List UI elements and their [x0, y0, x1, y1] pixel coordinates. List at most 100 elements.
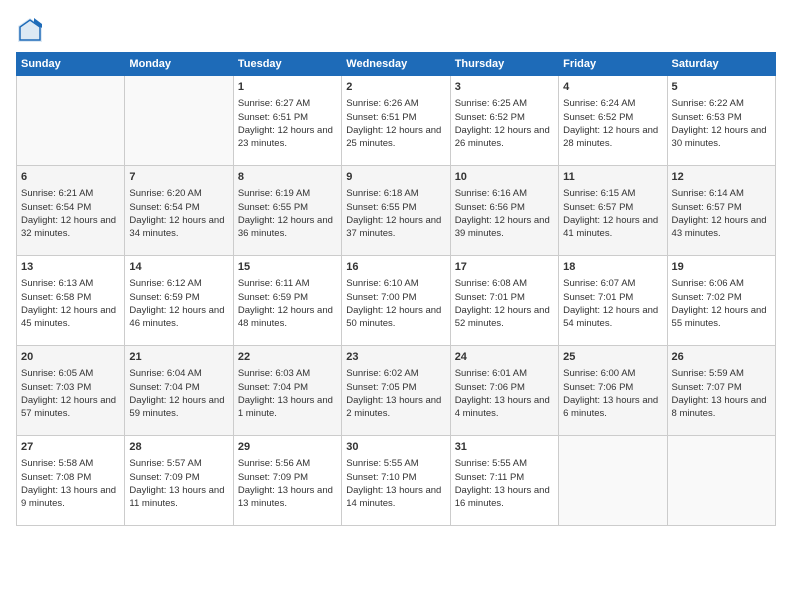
day-info: Sunset: 7:02 PM [672, 291, 771, 304]
day-number: 2 [346, 80, 445, 95]
calendar-cell: 31Sunrise: 5:55 AMSunset: 7:11 PMDayligh… [450, 436, 558, 526]
day-info: Daylight: 12 hours and 26 minutes. [455, 124, 554, 151]
day-info: Sunrise: 6:05 AM [21, 367, 120, 380]
day-info: Daylight: 13 hours and 9 minutes. [21, 484, 120, 511]
day-info: Daylight: 12 hours and 45 minutes. [21, 304, 120, 331]
calendar-table: SundayMondayTuesdayWednesdayThursdayFrid… [16, 52, 776, 526]
calendar-cell: 12 Sunrise: 6:14 AMSunset: 6:57 PMDayligh… [667, 166, 775, 256]
day-info: Sunrise: 6:13 AM [21, 277, 120, 290]
day-info: Sunrise: 6:16 AM [455, 187, 554, 200]
day-number: 10 [455, 170, 554, 185]
calendar-week-4: 20Sunrise: 6:05 AMSunset: 7:03 PMDayligh… [17, 346, 776, 436]
day-number: 12 [672, 170, 771, 185]
day-info: Sunrise: 6:03 AM [238, 367, 337, 380]
day-info: Sunrise: 6:00 AM [563, 367, 662, 380]
day-info: Sunset: 6:52 PM [563, 111, 662, 124]
day-info: Sunset: 6:53 PM [672, 111, 771, 124]
calendar-week-3: 13Sunrise: 6:13 AMSunset: 6:58 PMDayligh… [17, 256, 776, 346]
day-info: Daylight: 12 hours and 37 minutes. [346, 214, 445, 241]
day-info: Sunrise: 5:58 AM [21, 457, 120, 470]
calendar-cell: 26Sunrise: 5:59 AMSunset: 7:07 PMDayligh… [667, 346, 775, 436]
day-number: 29 [238, 440, 337, 455]
day-info: Sunset: 6:51 PM [346, 111, 445, 124]
day-info: Daylight: 13 hours and 11 minutes. [129, 484, 228, 511]
day-info: Daylight: 13 hours and 16 minutes. [455, 484, 554, 511]
logo [16, 16, 48, 44]
day-number: 26 [672, 350, 771, 365]
day-info: Daylight: 13 hours and 14 minutes. [346, 484, 445, 511]
day-info: Daylight: 12 hours and 39 minutes. [455, 214, 554, 241]
day-info: Sunrise: 6:02 AM [346, 367, 445, 380]
day-info: Sunset: 6:55 PM [238, 201, 337, 214]
day-info: Sunrise: 6:04 AM [129, 367, 228, 380]
calendar-cell: 8Sunrise: 6:19 AMSunset: 6:55 PMDaylight… [233, 166, 341, 256]
day-info: Sunset: 6:56 PM [455, 201, 554, 214]
header-cell-monday: Monday [125, 53, 233, 76]
calendar-cell: 4Sunrise: 6:24 AMSunset: 6:52 PMDaylight… [559, 76, 667, 166]
day-info: Sunset: 7:03 PM [21, 381, 120, 394]
day-info: Sunrise: 6:01 AM [455, 367, 554, 380]
day-info: Sunset: 7:06 PM [563, 381, 662, 394]
day-info: Sunrise: 6:12 AM [129, 277, 228, 290]
day-info: Sunrise: 6:21 AM [21, 187, 120, 200]
day-number: 14 [129, 260, 228, 275]
day-info: Sunrise: 5:59 AM [672, 367, 771, 380]
calendar-cell: 9Sunrise: 6:18 AMSunset: 6:55 PMDaylight… [342, 166, 450, 256]
day-info: Daylight: 12 hours and 54 minutes. [563, 304, 662, 331]
day-info: Sunset: 7:08 PM [21, 471, 120, 484]
day-number: 7 [129, 170, 228, 185]
day-info: Daylight: 12 hours and 57 minutes. [21, 394, 120, 421]
day-info: Daylight: 13 hours and 2 minutes. [346, 394, 445, 421]
day-number: 28 [129, 440, 228, 455]
calendar-cell: 20 Sunrise: 6:05 AMSunset: 7:03 PMDayligh… [17, 346, 125, 436]
day-info: Sunset: 7:07 PM [672, 381, 771, 394]
day-number: 22 [238, 350, 337, 365]
calendar-cell: 2 Sunrise: 6:26 AMSunset: 6:51 PMDaylight… [342, 76, 450, 166]
day-info: Sunrise: 6:27 AM [238, 97, 337, 110]
calendar-cell [17, 76, 125, 166]
calendar-cell: 22Sunrise: 6:03 AMSunset: 7:04 PMDayligh… [233, 346, 341, 436]
day-number: 6 [21, 170, 120, 185]
day-info: Sunset: 6:54 PM [21, 201, 120, 214]
calendar-cell: 14Sunrise: 6:12 AMSunset: 6:59 PMDayligh… [125, 256, 233, 346]
day-info: Sunset: 6:57 PM [672, 201, 771, 214]
day-info: Sunrise: 6:07 AM [563, 277, 662, 290]
day-number: 9 [346, 170, 445, 185]
day-number: 24 [455, 350, 554, 365]
calendar-cell: 13Sunrise: 6:13 AMSunset: 6:58 PMDayligh… [17, 256, 125, 346]
calendar-cell [125, 76, 233, 166]
day-number: 15 [238, 260, 337, 275]
day-info: Sunrise: 6:26 AM [346, 97, 445, 110]
day-number: 18 [563, 260, 662, 275]
day-info: Daylight: 12 hours and 43 minutes. [672, 214, 771, 241]
day-number: 25 [563, 350, 662, 365]
day-info: Sunset: 7:00 PM [346, 291, 445, 304]
calendar-body: 1Sunrise: 6:27 AMSunset: 6:51 PMDaylight… [17, 76, 776, 526]
day-info: Sunrise: 6:08 AM [455, 277, 554, 290]
page-header [16, 16, 776, 44]
day-info: Sunrise: 6:19 AM [238, 187, 337, 200]
day-info: Daylight: 12 hours and 23 minutes. [238, 124, 337, 151]
day-number: 23 [346, 350, 445, 365]
day-info: Sunset: 7:04 PM [129, 381, 228, 394]
day-info: Daylight: 12 hours and 50 minutes. [346, 304, 445, 331]
calendar-cell: 7Sunrise: 6:20 AMSunset: 6:54 PMDaylight… [125, 166, 233, 256]
header-cell-thursday: Thursday [450, 53, 558, 76]
calendar-cell [559, 436, 667, 526]
day-info: Daylight: 12 hours and 30 minutes. [672, 124, 771, 151]
day-number: 20 [21, 350, 120, 365]
day-info: Daylight: 12 hours and 28 minutes. [563, 124, 662, 151]
header-row: SundayMondayTuesdayWednesdayThursdayFrid… [17, 53, 776, 76]
day-number: 21 [129, 350, 228, 365]
calendar-cell: 5Sunrise: 6:22 AMSunset: 6:53 PMDaylight… [667, 76, 775, 166]
calendar-cell: 24Sunrise: 6:01 AMSunset: 7:06 PMDayligh… [450, 346, 558, 436]
day-info: Sunrise: 5:57 AM [129, 457, 228, 470]
day-info: Daylight: 12 hours and 25 minutes. [346, 124, 445, 151]
calendar-cell [667, 436, 775, 526]
header-cell-tuesday: Tuesday [233, 53, 341, 76]
day-info: Daylight: 12 hours and 55 minutes. [672, 304, 771, 331]
calendar-cell: 27Sunrise: 5:58 AMSunset: 7:08 PMDayligh… [17, 436, 125, 526]
day-info: Sunset: 7:06 PM [455, 381, 554, 394]
day-info: Sunrise: 6:14 AM [672, 187, 771, 200]
day-number: 13 [21, 260, 120, 275]
